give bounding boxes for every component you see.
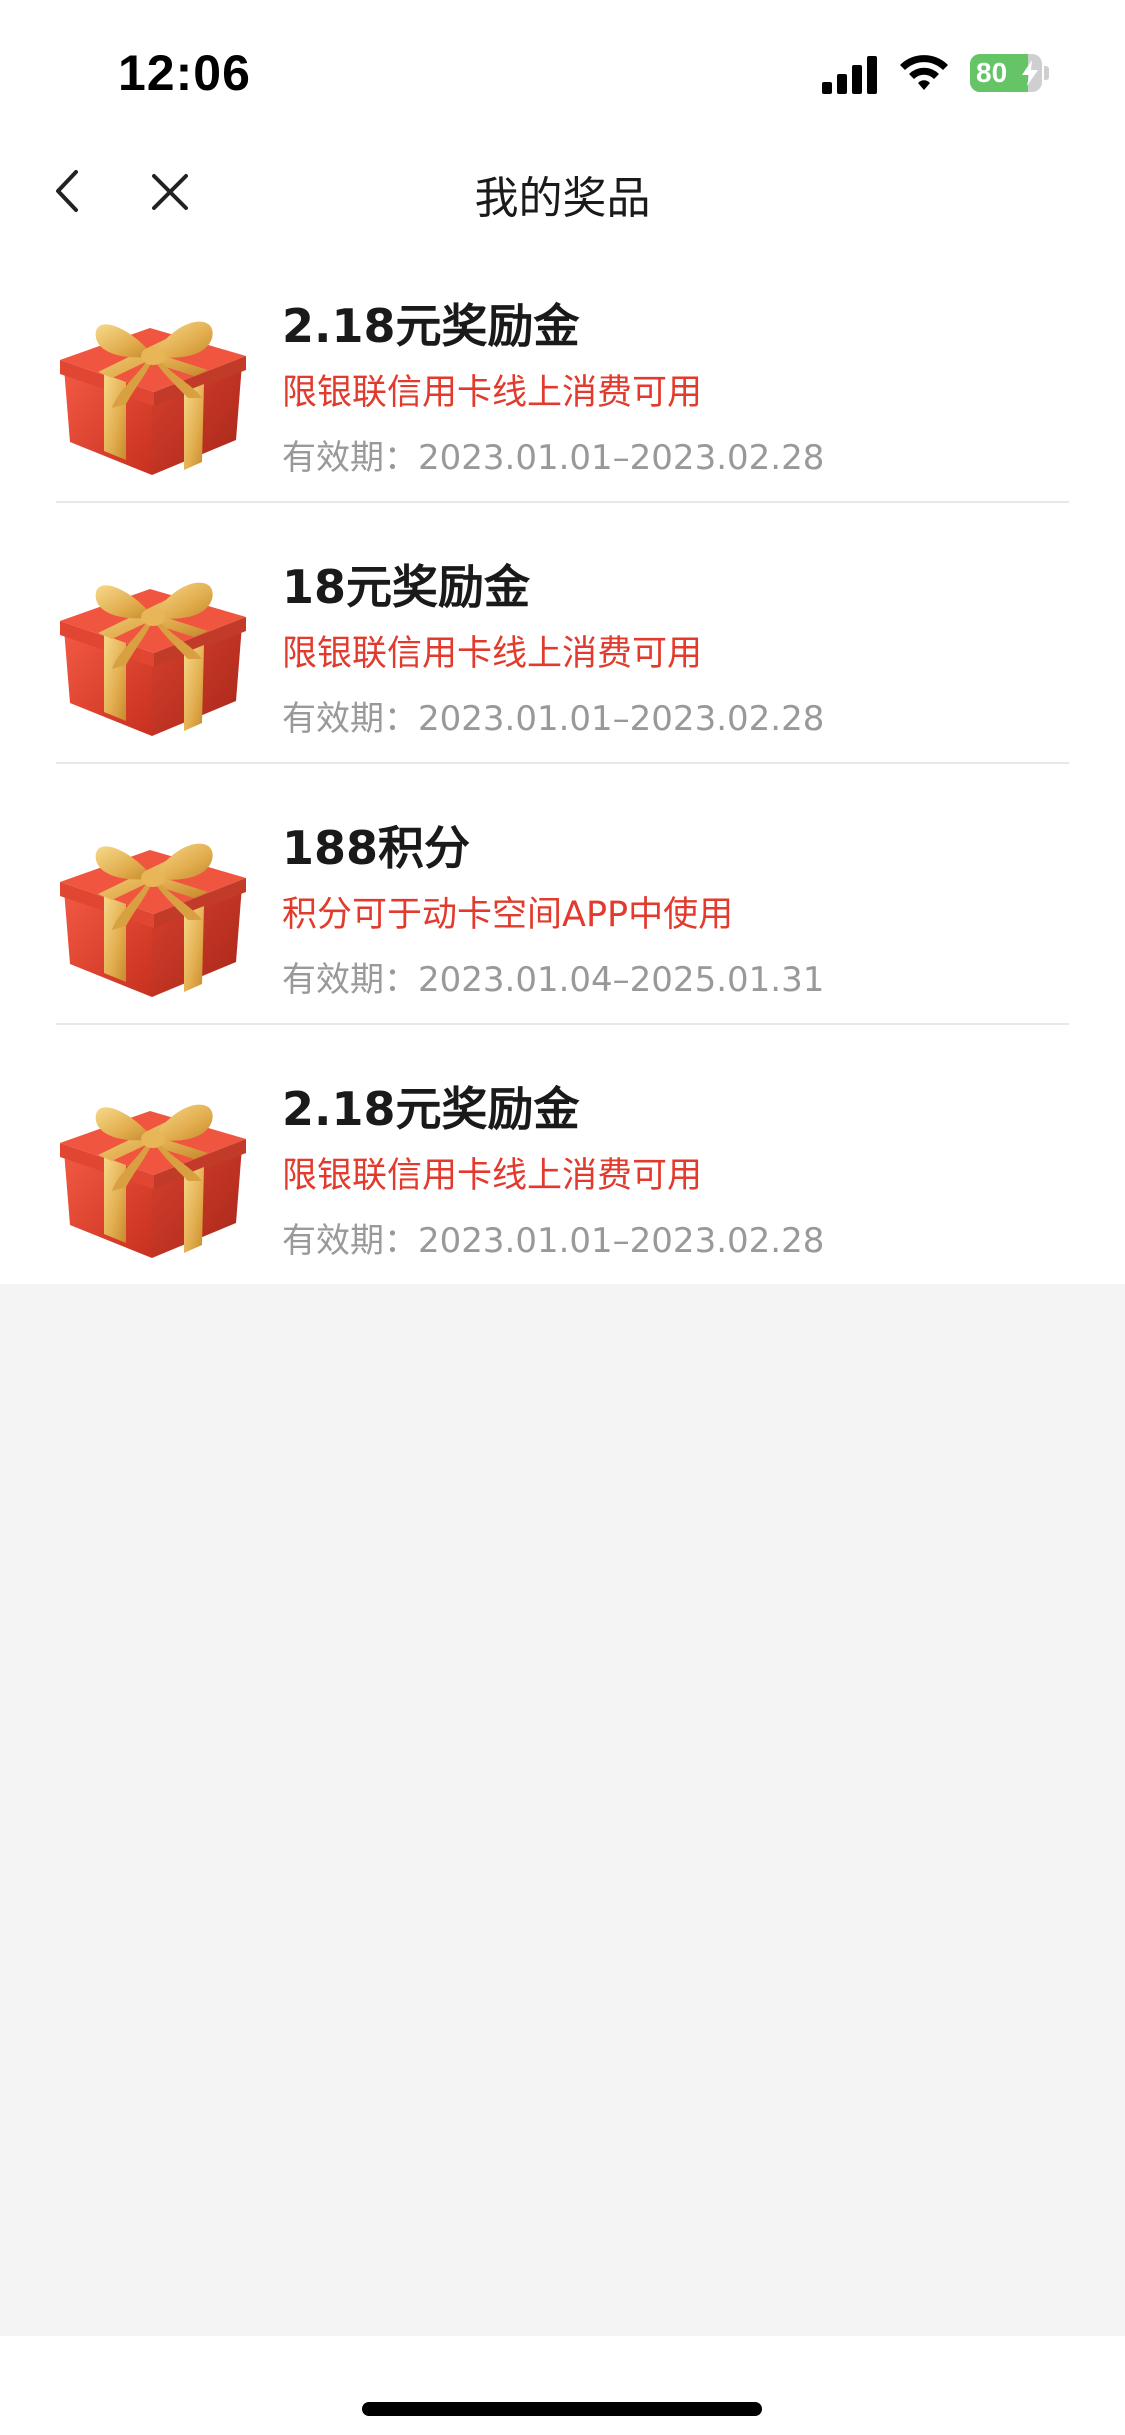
battery-icon: 80: [970, 54, 1042, 92]
prize-name: 2.18元奖励金: [282, 1082, 580, 1136]
signal-icon: [822, 56, 877, 94]
prize-item[interactable]: 18元奖励金 限银联信用卡线上消费可用 有效期：2023.01.01–2023.…: [0, 501, 1125, 762]
prize-validity: 有效期：2023.01.01–2023.02.28: [282, 699, 825, 739]
prize-name: 18元奖励金: [282, 560, 531, 614]
prize-description: 限银联信用卡线上消费可用: [282, 1156, 703, 1196]
prize-list: 2.18元奖励金 限银联信用卡线上消费可用 有效期：2023.01.01–202…: [0, 240, 1125, 1284]
page-title: 我的奖品: [474, 173, 651, 224]
gift-box-icon: [60, 843, 246, 997]
gift-box-icon: [60, 1104, 246, 1258]
prize-name: 2.18元奖励金: [282, 299, 580, 353]
prize-description: 积分可于动卡空间APP中使用: [282, 895, 734, 935]
prize-name: 188积分: [282, 821, 471, 875]
prize-description: 限银联信用卡线上消费可用: [282, 634, 703, 674]
prize-item[interactable]: 2.18元奖励金 限银联信用卡线上消费可用 有效期：2023.01.01–202…: [0, 240, 1125, 501]
prize-item[interactable]: 188积分 积分可于动卡空间APP中使用 有效期：2023.01.04–2025…: [0, 762, 1125, 1023]
nav-bar: 我的奖品: [0, 140, 1125, 240]
battery-cap: [1044, 66, 1049, 80]
prize-validity: 有效期：2023.01.01–2023.02.28: [282, 1221, 825, 1261]
battery-level-text: 80: [976, 57, 1008, 88]
prize-validity: 有效期：2023.01.04–2025.01.31: [282, 960, 825, 1000]
home-indicator-area: [0, 2336, 1125, 2435]
prize-validity: 有效期：2023.01.01–2023.02.28: [282, 438, 825, 478]
status-bar: 12:06 80: [0, 0, 1125, 140]
home-indicator[interactable]: [362, 2402, 762, 2416]
status-time: 12:06: [118, 45, 251, 101]
gift-box-icon: [60, 582, 246, 736]
wifi-icon: [900, 55, 948, 90]
prize-description: 限银联信用卡线上消费可用: [282, 373, 703, 413]
prize-item[interactable]: 2.18元奖励金 限银联信用卡线上消费可用 有效期：2023.01.01–202…: [0, 1023, 1125, 1284]
gift-box-icon: [60, 321, 246, 475]
charging-bolt-icon: [1022, 60, 1038, 86]
